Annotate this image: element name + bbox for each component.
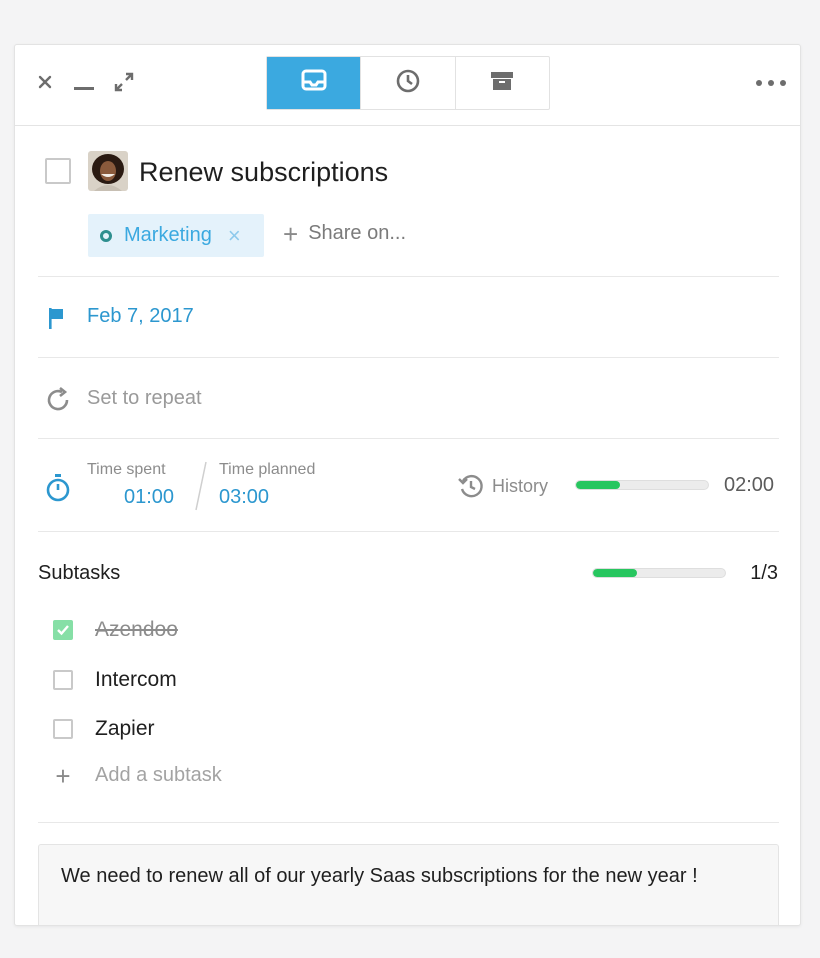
history-progress-bar [575, 480, 709, 490]
history-value: 02:00 [724, 474, 775, 496]
view-tabs [266, 56, 550, 110]
plus-icon: + [283, 218, 299, 249]
flag-icon [45, 305, 67, 331]
clock-icon [395, 68, 421, 99]
subtask-item: Intercom [53, 666, 177, 694]
task-note[interactable]: We need to renew all of our yearly Saas … [38, 844, 779, 925]
archive-icon [489, 69, 515, 98]
check-icon [57, 625, 69, 636]
add-subtask-label: Add a subtask [95, 764, 222, 786]
history-icon [458, 473, 484, 499]
avatar[interactable] [88, 151, 128, 191]
share-on-button[interactable]: + Share on... [283, 218, 407, 249]
subtask-checkbox[interactable] [53, 670, 73, 690]
tab-archive[interactable] [454, 57, 549, 109]
add-subtask-button[interactable]: + Add a subtask [53, 760, 222, 791]
stopwatch-icon [45, 473, 71, 503]
tag-dot-icon [100, 229, 112, 242]
time-planned-value[interactable]: 03:00 [219, 486, 269, 509]
history-button[interactable]: History [458, 473, 548, 499]
tab-clock[interactable] [360, 57, 454, 109]
time-planned-label: Time planned [219, 461, 316, 478]
tag-chip[interactable]: Marketing × [88, 214, 264, 257]
time-separator [195, 461, 207, 511]
task-detail-panel: Renew subscriptions Marketing × + Share … [14, 44, 801, 926]
subtasks-title: Subtasks [38, 562, 121, 584]
subtask-label[interactable]: Zapier [95, 717, 155, 741]
task-title[interactable]: Renew subscriptions [139, 155, 388, 189]
divider [38, 276, 779, 277]
subtasks-progress-fill [593, 569, 637, 577]
repeat-button[interactable]: Set to repeat [87, 387, 202, 410]
share-label: Share on... [308, 222, 407, 244]
plus-icon: + [55, 760, 71, 791]
task-complete-checkbox[interactable] [45, 158, 71, 184]
subtask-checkbox[interactable] [53, 719, 73, 739]
time-spent-value[interactable]: 01:00 [124, 486, 174, 509]
divider [38, 531, 779, 532]
due-date[interactable]: Feb 7, 2017 [87, 305, 194, 328]
history-progress-fill [576, 481, 620, 489]
time-spent-label: Time spent [87, 461, 166, 478]
close-icon[interactable] [33, 70, 57, 94]
expand-icon[interactable] [112, 70, 136, 94]
subtask-item: Zapier [53, 715, 155, 743]
history-label: History [492, 475, 549, 496]
subtasks-progress-bar [592, 568, 726, 578]
tab-inbox[interactable] [267, 57, 361, 109]
subtask-item: Azendoo [53, 616, 178, 644]
subtask-checkbox[interactable] [53, 620, 73, 640]
more-icon[interactable] [754, 71, 788, 95]
toolbar [15, 45, 800, 126]
tag-remove-icon[interactable]: × [228, 224, 241, 246]
tag-label: Marketing [124, 224, 212, 246]
divider [38, 822, 779, 823]
minimize-icon[interactable] [72, 77, 96, 97]
repeat-icon [44, 386, 72, 414]
inbox-icon [301, 69, 327, 98]
divider [38, 438, 779, 439]
divider [38, 357, 779, 358]
subtask-label[interactable]: Intercom [95, 668, 177, 692]
subtasks-count: 1/3 [750, 562, 778, 584]
subtask-label[interactable]: Azendoo [95, 618, 178, 642]
